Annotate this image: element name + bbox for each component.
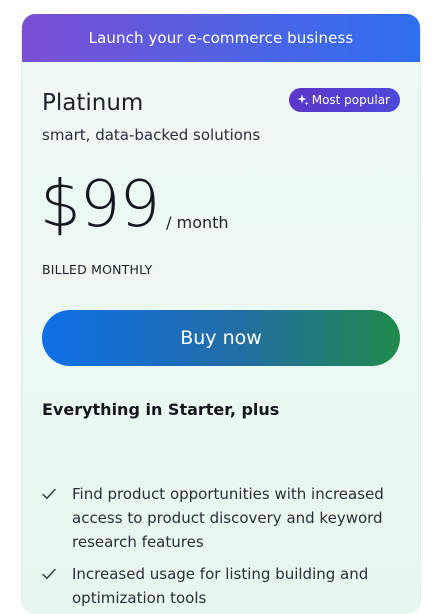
- buy-now-button[interactable]: Buy now: [42, 310, 400, 366]
- feature-text: Find product opportunities with increase…: [72, 485, 384, 551]
- feature-item: Increased usage for listing building and…: [42, 562, 392, 610]
- banner-text: Launch your e-commerce business: [88, 29, 354, 47]
- billing-period: / month: [166, 213, 229, 232]
- badge-label: Most popular: [311, 93, 390, 107]
- most-popular-badge: Most popular: [288, 88, 400, 112]
- pricing-card: Launch your e-commerce business Platinum…: [21, 14, 421, 614]
- features-title: Everything in Starter, plus: [42, 400, 280, 419]
- check-icon: [42, 482, 72, 506]
- feature-text: Increased usage for listing building and…: [72, 565, 369, 607]
- feature-item: Find product opportunities with increase…: [42, 482, 392, 554]
- plan-name: Platinum: [42, 90, 144, 116]
- billing-frequency: BILLED MONTHLY: [42, 262, 153, 277]
- price-row: $99 / month: [40, 170, 229, 240]
- promo-banner: Launch your e-commerce business: [22, 14, 420, 62]
- sparkle-icon: [297, 94, 309, 106]
- plan-price: $99: [40, 168, 160, 242]
- plan-subtitle: smart, data-backed solutions: [42, 126, 261, 144]
- check-icon: [42, 562, 72, 586]
